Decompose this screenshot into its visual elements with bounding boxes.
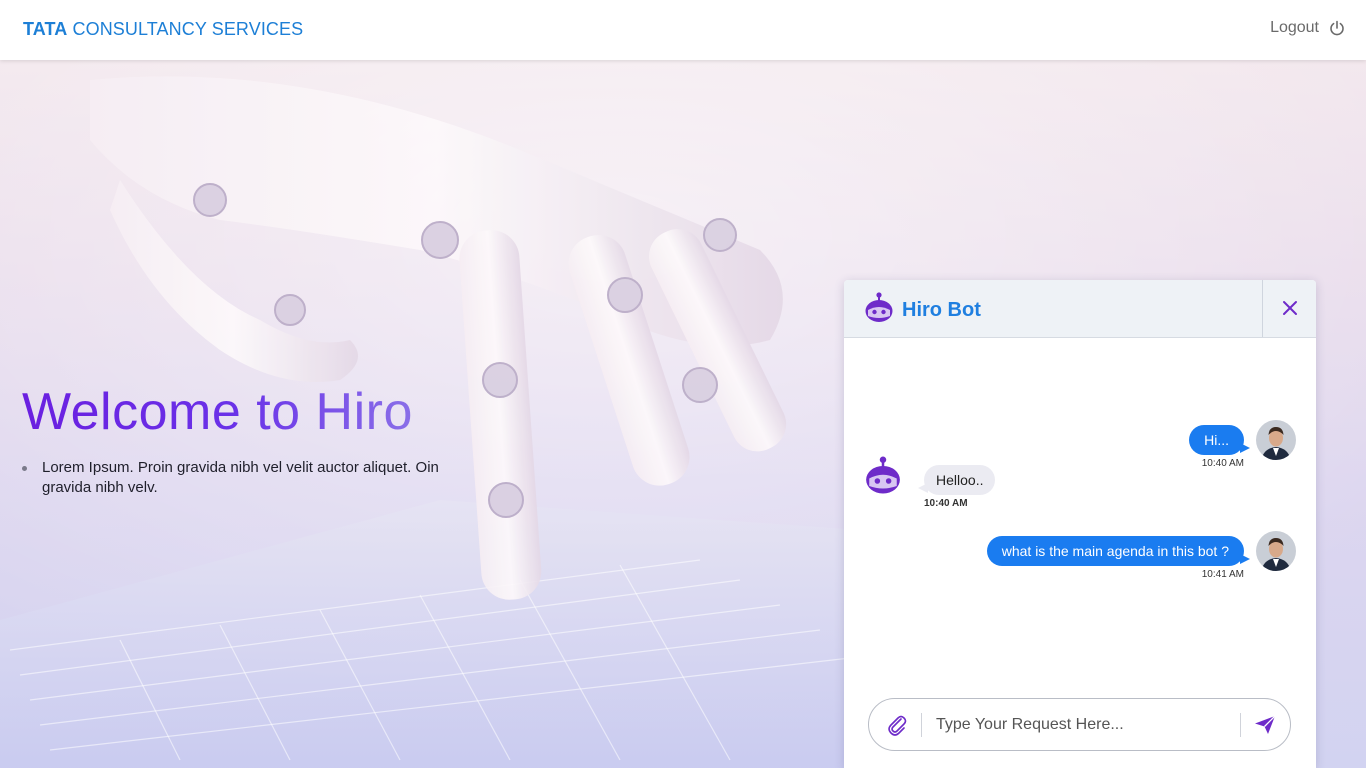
user-message-bubble: what is the main agenda in this bot ? — [986, 536, 1251, 566]
bot-avatar-icon — [866, 456, 900, 494]
user-message-bubble: Hi... — [1189, 425, 1250, 455]
message-timestamp: 10:40 AM — [924, 498, 968, 509]
paperclip-icon[interactable] — [884, 712, 910, 738]
chat-title: Hiro Bot — [902, 299, 981, 321]
power-icon — [1330, 20, 1344, 36]
user-avatar — [1256, 531, 1296, 571]
input-divider — [1240, 713, 1241, 737]
bot-message: Helloo.. 10:40 AM — [917, 465, 996, 509]
chat-header: Hiro Bot — [844, 280, 1316, 338]
robot-icon — [865, 292, 893, 322]
message-timestamp: 10:41 AM — [1201, 569, 1244, 580]
message-timestamp: 10:40 AM — [1201, 458, 1244, 469]
welcome-title: Welcome to Hiro — [22, 383, 413, 441]
logout-label: Logout — [1270, 19, 1319, 36]
close-icon — [1283, 301, 1297, 315]
chat-input-bar — [868, 698, 1291, 751]
chat-message-input[interactable] — [929, 709, 1229, 741]
user-message: Hi... 10:40 AM — [1189, 425, 1250, 469]
welcome-bullet-list: Lorem Ipsum. Proin gravida nibh vel veli… — [22, 458, 442, 498]
chat-window: Hiro Bot Hi... 10:40 AM Helloo.. 10:40 A… — [844, 280, 1316, 768]
bot-message-bubble: Helloo.. — [917, 465, 996, 495]
top-header: TATA CONSULTANCY SERVICES Logout — [0, 0, 1366, 60]
send-icon[interactable] — [1254, 715, 1276, 735]
user-message: what is the main agenda in this bot ? 10… — [986, 536, 1251, 580]
logout-button[interactable]: Logout — [1270, 19, 1345, 37]
logo-bold-text: TATA — [23, 19, 68, 39]
close-chat-button[interactable] — [1262, 280, 1316, 337]
input-divider — [921, 713, 922, 737]
company-logo: TATA CONSULTANCY SERVICES — [23, 19, 303, 40]
logo-text: CONSULTANCY SERVICES — [72, 19, 304, 39]
user-avatar — [1256, 420, 1296, 460]
welcome-bullet-item: Lorem Ipsum. Proin gravida nibh vel veli… — [22, 458, 442, 498]
